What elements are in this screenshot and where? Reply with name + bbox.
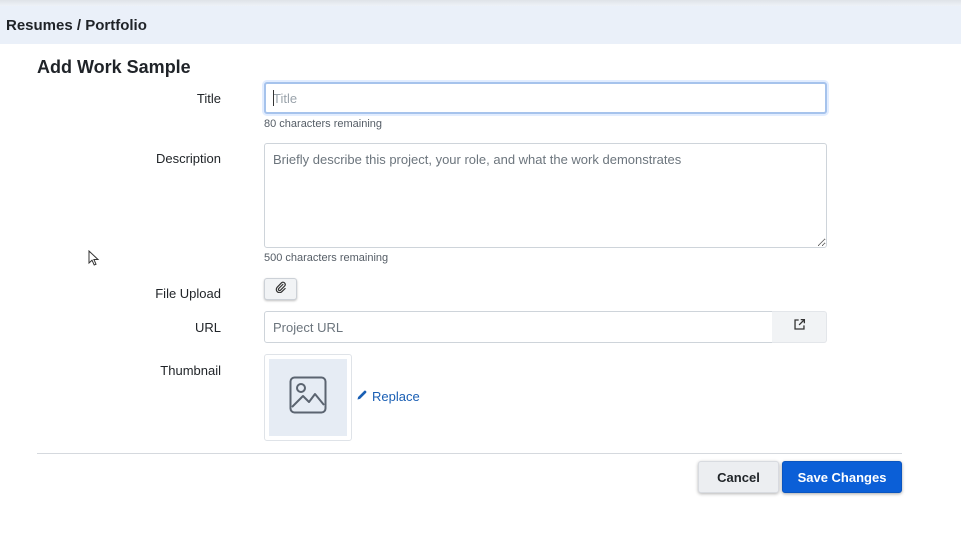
thumbnail-preview bbox=[264, 354, 352, 441]
description-chars-remaining: 500 characters remaining bbox=[264, 252, 389, 264]
cancel-button[interactable]: Cancel bbox=[698, 461, 779, 493]
breadcrumb-bar: Resumes / Portfolio bbox=[0, 6, 961, 44]
page-title: Add Work Sample bbox=[37, 57, 191, 77]
breadcrumb: Resumes / Portfolio bbox=[6, 17, 147, 34]
pencil-icon bbox=[356, 389, 368, 404]
thumbnail-label: Thumbnail bbox=[160, 363, 221, 378]
replace-label: Replace bbox=[372, 389, 420, 404]
title-label: Title bbox=[196, 91, 221, 106]
text-caret bbox=[273, 90, 274, 106]
open-url-button[interactable] bbox=[772, 311, 827, 343]
external-link-icon bbox=[793, 318, 806, 336]
image-icon bbox=[289, 376, 327, 419]
file-upload-label: File Upload bbox=[155, 286, 221, 301]
title-input[interactable] bbox=[264, 82, 827, 114]
description-textarea[interactable] bbox=[264, 143, 827, 248]
description-label: Description bbox=[155, 151, 221, 166]
url-label: URL bbox=[194, 320, 221, 335]
replace-thumbnail-link[interactable]: Replace bbox=[356, 389, 420, 404]
url-input[interactable] bbox=[264, 311, 773, 343]
title-chars-remaining: 80 characters remaining bbox=[264, 118, 383, 130]
save-changes-button[interactable]: Save Changes bbox=[782, 461, 902, 493]
mouse-pointer-icon bbox=[88, 249, 100, 271]
thumbnail-placeholder bbox=[269, 359, 347, 436]
attach-file-button[interactable] bbox=[264, 278, 297, 300]
paperclip-icon bbox=[275, 280, 287, 298]
form-divider bbox=[37, 453, 902, 454]
